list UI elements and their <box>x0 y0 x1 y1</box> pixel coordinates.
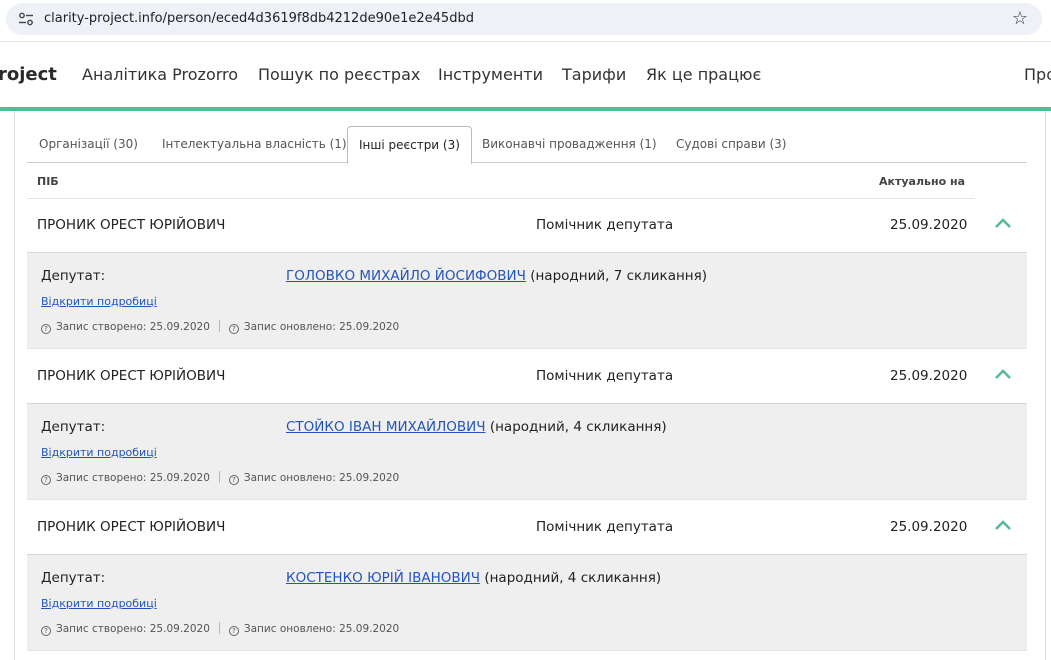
site-settings-icon[interactable] <box>18 12 34 26</box>
created-date: Запис створено: 25.09.2020 <box>56 623 210 635</box>
record-date: 25.09.2020 <box>890 217 968 233</box>
person-name: ПРОНИК ОРЕСТ ЮРІЙОВИЧ <box>37 217 226 233</box>
nav-item-registry-search[interactable]: Пошук по реєстрах <box>258 65 420 84</box>
nav-item-how-it-works[interactable]: Як це працює <box>646 65 761 84</box>
created-date: Запис створено: 25.09.2020 <box>56 321 210 333</box>
nav-item-cut-off[interactable]: Про <box>1024 65 1051 84</box>
chevron-up-icon[interactable] <box>993 515 1013 535</box>
person-role: Помічник депутата <box>536 217 674 233</box>
site-header: roject Аналітика Prozorro Пошук по реєст… <box>0 43 1051 107</box>
clock-icon: ? <box>41 626 51 636</box>
updated-date: Запис оновлено: 25.09.2020 <box>243 623 400 635</box>
tab-organizations[interactable]: Організації (30) <box>39 126 138 163</box>
person-name: ПРОНИК ОРЕСТ ЮРІЙОВИЧ <box>37 368 226 384</box>
record-meta: ? Запис створено: 25.09.2020? Запис оновле… <box>41 471 399 485</box>
open-details-link[interactable]: Відкрити подробиці <box>41 295 157 308</box>
updated-date: Запис оновлено: 25.09.2020 <box>243 321 400 333</box>
clock-icon: ? <box>228 324 239 334</box>
column-header-date: Актуально на <box>879 175 965 188</box>
table-header: ПІБ Актуально на <box>27 163 975 199</box>
nav-item-tools[interactable]: Інструменти <box>438 65 543 84</box>
chevron-up-icon[interactable] <box>993 213 1013 233</box>
divider <box>218 320 220 332</box>
table-row[interactable]: ПРОНИК ОРЕСТ ЮРІЙОВИЧ Помічник депутата … <box>27 199 1027 251</box>
deputy-value: СТОЙКО ІВАН МИХАЙЛОВИЧ (народний, 4 скли… <box>286 419 667 435</box>
tab-court-cases[interactable]: Судові справи (3) <box>676 126 786 163</box>
row-details: Депутат: КОСТЕНКО ЮРІЙ ІВАНОВИЧ (народни… <box>27 554 1027 651</box>
tab-other-registries[interactable]: Інші реєстри (3) <box>347 126 472 164</box>
divider <box>218 622 220 634</box>
record-meta: ? Запис створено: 25.09.2020? Запис оновле… <box>41 622 399 636</box>
deputy-note: (народний, 4 скликання) <box>480 570 662 586</box>
created-date: Запис створено: 25.09.2020 <box>56 472 210 484</box>
deputy-note: (народний, 4 скликання) <box>485 419 667 435</box>
nav-item-analytics[interactable]: Аналітика Prozorro <box>82 65 238 84</box>
divider <box>218 471 220 483</box>
nav-item-pricing[interactable]: Тарифи <box>562 65 626 84</box>
table-row[interactable]: ПРОНИК ОРЕСТ ЮРІЙОВИЧ Помічник депутата … <box>27 501 1027 553</box>
url-text[interactable]: clarity-project.info/person/eced4d3619f8… <box>44 11 474 26</box>
tab-enforcement-proceedings[interactable]: Виконавчі провадження (1) <box>482 126 657 163</box>
row-details: Депутат: СТОЙКО ІВАН МИХАЙЛОВИЧ (народни… <box>27 403 1027 500</box>
deputy-value: КОСТЕНКО ЮРІЙ ІВАНОВИЧ (народний, 4 скли… <box>286 570 661 586</box>
registry-tabs: Організації (30) Інтелектуальна власніст… <box>27 126 1027 164</box>
browser-toolbar: clarity-project.info/person/eced4d3619f8… <box>0 0 1051 42</box>
deputy-note: (народний, 7 скликання) <box>525 268 708 284</box>
clock-icon: ? <box>41 475 51 485</box>
person-name: ПРОНИК ОРЕСТ ЮРІЙОВИЧ <box>37 519 226 535</box>
clock-icon: ? <box>228 475 239 485</box>
address-bar[interactable]: clarity-project.info/person/eced4d3619f8… <box>6 3 1042 35</box>
record-meta: ? Запис створено: 25.09.2020? Запис оновле… <box>41 320 399 334</box>
open-details-link[interactable]: Відкрити подробиці <box>41 597 157 610</box>
row-details: Депутат: ГОЛОВКО МИХАЙЛО ЙОСИФОВИЧ (наро… <box>27 252 1027 349</box>
table-row[interactable]: ПРОНИК ОРЕСТ ЮРІЙОВИЧ Помічник депутата … <box>27 350 1027 402</box>
deputy-label: Депутат: <box>41 268 106 284</box>
chevron-up-icon[interactable] <box>993 364 1013 384</box>
deputy-label: Депутат: <box>41 570 106 586</box>
deputy-value: ГОЛОВКО МИХАЙЛО ЙОСИФОВИЧ (народний, 7 с… <box>286 268 707 284</box>
deputy-link[interactable]: ГОЛОВКО МИХАЙЛО ЙОСИФОВИЧ <box>286 268 526 284</box>
deputy-link[interactable]: КОСТЕНКО ЮРІЙ ІВАНОВИЧ <box>286 570 480 586</box>
column-header-name: ПІБ <box>37 175 59 188</box>
updated-date: Запис оновлено: 25.09.2020 <box>243 472 400 484</box>
site-logo[interactable]: roject <box>0 64 57 85</box>
open-details-link[interactable]: Відкрити подробиці <box>41 446 157 459</box>
record-date: 25.09.2020 <box>890 519 968 535</box>
bookmark-star-icon[interactable]: ☆ <box>1012 8 1028 29</box>
clock-icon: ? <box>41 324 51 334</box>
deputy-label: Депутат: <box>41 419 106 435</box>
tab-intellectual-property[interactable]: Інтелектуальна власність (1) <box>162 126 347 163</box>
deputy-link[interactable]: СТОЙКО ІВАН МИХАЙЛОВИЧ <box>286 419 486 435</box>
clock-icon: ? <box>228 626 239 636</box>
record-date: 25.09.2020 <box>890 368 968 384</box>
person-role: Помічник депутата <box>536 368 674 384</box>
person-role: Помічник депутата <box>536 519 674 535</box>
